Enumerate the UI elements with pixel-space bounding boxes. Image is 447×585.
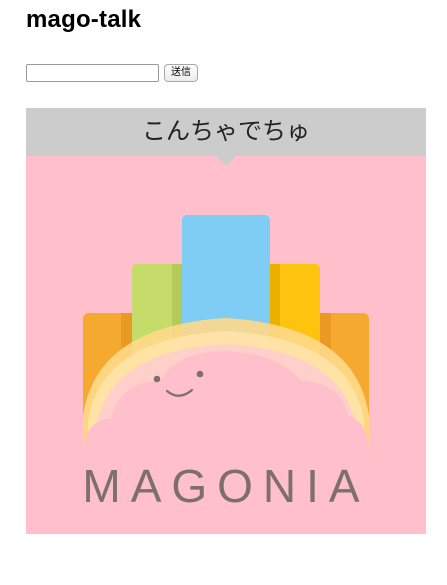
message-form: 送信 [26, 64, 198, 82]
send-button[interactable]: 送信 [164, 64, 198, 82]
logo-wordmark: MAGONIA [82, 460, 369, 512]
message-text: こんちゃでちゅ [142, 117, 310, 145]
magonia-logo: MAGONIA [82, 215, 369, 534]
cloud-eye-right [196, 370, 204, 378]
message-card: こんちゃでちゅ MAGONIA [26, 108, 426, 534]
page-title: mago-talk [26, 6, 142, 33]
cloud-eye-left [153, 375, 161, 383]
message-input[interactable] [26, 64, 159, 82]
speech-bubble: こんちゃでちゅ [26, 108, 426, 156]
speech-bubble-tail [216, 156, 236, 166]
